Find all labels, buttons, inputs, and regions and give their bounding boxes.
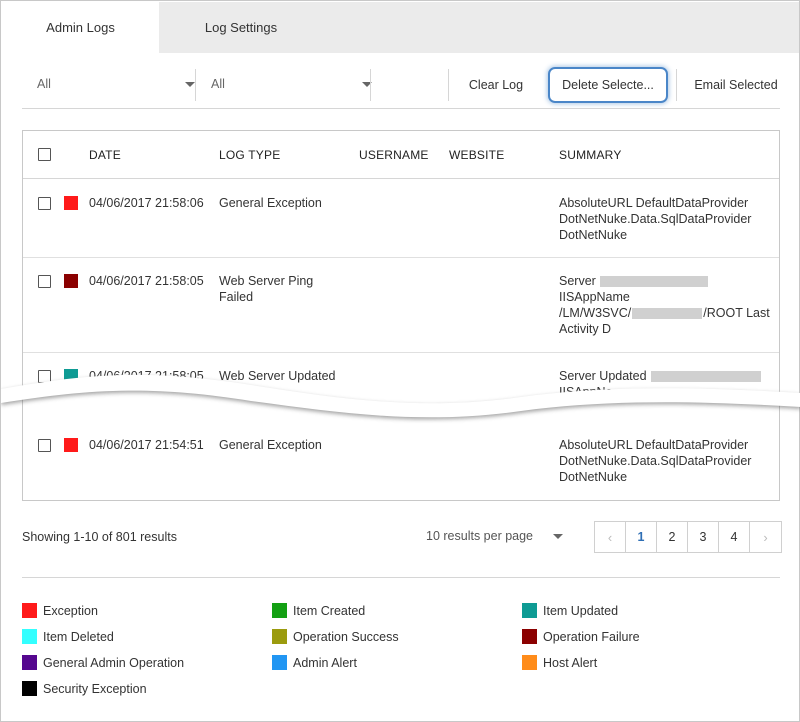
legend-label: General Admin Operation <box>43 655 185 670</box>
site-filter[interactable]: All <box>211 67 372 101</box>
legend-label: Item Deleted <box>43 629 114 644</box>
legend-swatch <box>272 655 287 670</box>
row-summary: AbsoluteURL DefaultDataProvider DotNetNu… <box>559 437 751 485</box>
next-page-button[interactable]: › <box>750 522 781 552</box>
column-header-username[interactable]: USERNAME <box>359 148 429 162</box>
log-type-color-swatch <box>64 196 78 210</box>
page-button-4[interactable]: 4 <box>719 522 750 552</box>
row-checkbox[interactable] <box>38 275 51 288</box>
legend-item-operation-failure: Operation Failure <box>522 629 640 644</box>
legend-swatch <box>272 603 287 618</box>
log-type-line: Failed <box>219 290 254 304</box>
summary-line: Activity D <box>559 322 612 336</box>
legend-swatch <box>22 681 37 696</box>
legend-swatch <box>272 629 287 644</box>
admin-logs-panel: Admin Logs Log Settings All All Clear Lo… <box>0 0 800 722</box>
log-toolbar: All All Clear Log Delete Selecte... Emai… <box>22 67 780 109</box>
summary-line: DotNetNuke <box>559 228 628 242</box>
table-header: DATE LOG TYPE USERNAME WEBSITE SUMMARY <box>23 131 779 179</box>
site-filter-value: All <box>211 77 225 91</box>
email-selected-button[interactable]: Email Selected <box>686 67 786 103</box>
clear-log-button[interactable]: Clear Log <box>458 67 534 103</box>
delete-selected-button[interactable]: Delete Selecte... <box>548 67 668 103</box>
legend-label: Item Created <box>293 603 366 618</box>
summary-line: IISAppName <box>559 290 630 304</box>
legend-label: Operation Failure <box>543 629 640 644</box>
pagination: ‹ 1 2 3 4 › <box>594 521 782 553</box>
torn-edge-divider <box>1 374 800 420</box>
legend-item-security-exception: Security Exception <box>22 681 147 696</box>
divider <box>370 69 371 101</box>
column-header-date[interactable]: DATE <box>89 148 121 162</box>
results-per-page-select[interactable]: 10 results per page <box>426 529 533 543</box>
legend-item-item-updated: Item Updated <box>522 603 618 618</box>
summary-line: AbsoluteURL DefaultDataProvider <box>559 196 749 210</box>
row-date: 04/06/2017 21:54:51 <box>89 438 204 452</box>
tab-log-settings[interactable]: Log Settings <box>159 2 323 53</box>
row-checkbox[interactable] <box>38 197 51 210</box>
legend-swatch <box>522 629 537 644</box>
row-summary: Server IISAppName /LM/W3SVC//ROOT Last A… <box>559 273 770 337</box>
column-header-summary[interactable]: SUMMARY <box>559 148 622 162</box>
divider <box>195 69 196 101</box>
legend-swatch <box>522 655 537 670</box>
select-all-checkbox[interactable] <box>38 148 51 161</box>
log-type-line: Web Server Ping <box>219 274 314 288</box>
log-type-color-swatch <box>64 274 78 288</box>
column-header-website[interactable]: WEBSITE <box>449 148 504 162</box>
log-type-filter[interactable]: All <box>37 67 195 101</box>
legend-item-host-alert: Host Alert <box>522 655 597 670</box>
legend-swatch <box>22 603 37 618</box>
legend-item-general-admin-operation: General Admin Operation <box>22 655 184 670</box>
legend-item-item-deleted: Item Deleted <box>22 629 114 644</box>
summary-line: DotNetNuke.Data.SqlDataProvider <box>559 454 752 468</box>
row-checkbox[interactable] <box>38 439 51 452</box>
summary-line: Server <box>559 273 770 289</box>
log-table: DATE LOG TYPE USERNAME WEBSITE SUMMARY 0… <box>22 130 780 501</box>
legend-swatch <box>22 655 37 670</box>
redacted-block <box>599 276 708 288</box>
redacted-block <box>632 308 703 320</box>
summary-line: DotNetNuke.Data.SqlDataProvider <box>559 212 752 226</box>
legend-swatch <box>522 603 537 618</box>
row-summary: AbsoluteURL DefaultDataProvider DotNetNu… <box>559 195 751 243</box>
prev-page-button[interactable]: ‹ <box>595 522 626 552</box>
summary-line: /LM/W3SVC//ROOT Last <box>559 306 770 320</box>
divider <box>22 577 780 578</box>
log-type-color-swatch <box>64 438 78 452</box>
results-count: Showing 1-10 of 801 results <box>22 530 177 544</box>
tab-admin-logs[interactable]: Admin Logs <box>2 2 159 53</box>
row-date: 04/06/2017 21:58:05 <box>89 274 204 288</box>
table-row[interactable]: 04/06/2017 21:58:06 General Exception Ab… <box>23 179 779 258</box>
table-row[interactable]: 04/06/2017 21:54:51 General Exception Ab… <box>23 421 779 500</box>
column-header-log-type[interactable]: LOG TYPE <box>219 148 280 162</box>
summary-line: DotNetNuke <box>559 470 628 484</box>
table-row[interactable]: 04/06/2017 21:58:05 Web Server Ping Fail… <box>23 258 779 353</box>
legend-label: Operation Success <box>293 629 399 644</box>
log-type-filter-value: All <box>37 77 51 91</box>
legend-item-operation-success: Operation Success <box>272 629 399 644</box>
legend-swatch <box>22 629 37 644</box>
page-button-3[interactable]: 3 <box>688 522 719 552</box>
page-button-2[interactable]: 2 <box>657 522 688 552</box>
page-button-1[interactable]: 1 <box>626 522 657 552</box>
legend-item-admin-alert: Admin Alert <box>272 655 357 670</box>
tab-bar: Admin Logs Log Settings <box>2 2 799 53</box>
row-log-type: General Exception <box>219 438 322 452</box>
chevron-down-icon <box>185 82 195 87</box>
summary-line: AbsoluteURL DefaultDataProvider <box>559 438 749 452</box>
legend-label: Host Alert <box>543 655 598 670</box>
row-log-type: General Exception <box>219 196 322 210</box>
legend-item-exception: Exception <box>22 603 98 618</box>
legend-item-item-created: Item Created <box>272 603 365 618</box>
legend-label: Exception <box>43 603 98 618</box>
divider <box>676 69 677 101</box>
legend-label: Item Updated <box>543 603 619 618</box>
row-log-type: Web Server Ping Failed <box>219 273 313 305</box>
chevron-down-icon[interactable] <box>553 534 563 539</box>
legend-label: Admin Alert <box>293 655 357 670</box>
legend-label: Security Exception <box>43 681 147 696</box>
divider <box>448 69 449 101</box>
row-date: 04/06/2017 21:58:06 <box>89 196 204 210</box>
